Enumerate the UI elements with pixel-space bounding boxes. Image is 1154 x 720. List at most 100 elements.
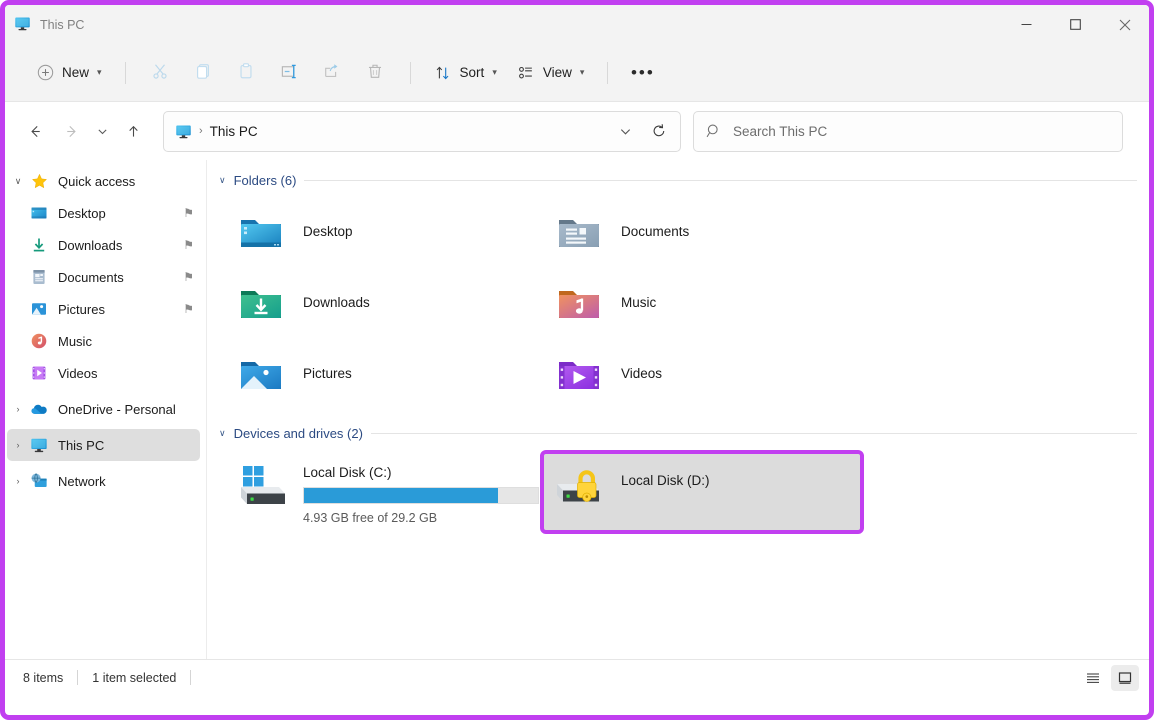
details-view-button[interactable]	[1079, 665, 1107, 691]
music-icon	[29, 331, 49, 351]
this-pc-monitor-icon	[29, 435, 49, 455]
minimize-button[interactable]	[1002, 5, 1051, 44]
plus-circle-icon	[36, 63, 55, 82]
folder-item-label: Pictures	[303, 366, 352, 381]
desktop-folder-icon	[29, 203, 49, 223]
close-button[interactable]	[1100, 5, 1149, 44]
maximize-button[interactable]	[1051, 5, 1100, 44]
delete-button[interactable]	[355, 55, 396, 91]
sidebar-item-pictures[interactable]: Pictures ⚑	[7, 293, 200, 325]
drives-group-header[interactable]: ∨ Devices and drives (2)	[207, 421, 1149, 445]
new-button-label: New	[62, 65, 90, 80]
folder-item-videos[interactable]: Videos	[543, 338, 861, 409]
drive-name: Local Disk (D:)	[621, 473, 710, 488]
search-box[interactable]: Search This PC	[693, 110, 1123, 152]
view-toggle-buttons	[1079, 664, 1139, 691]
breadcrumb-separator: ›	[199, 125, 203, 137]
recent-locations-button[interactable]	[89, 113, 115, 149]
status-bar: 8 items 1 item selected	[5, 659, 1149, 695]
up-button[interactable]	[115, 113, 151, 149]
sidebar-item-desktop[interactable]: Desktop ⚑	[7, 197, 200, 229]
selection-count-label: 1 item selected	[92, 670, 177, 685]
desktop-folder-icon	[237, 208, 285, 256]
sidebar-item-label: Documents	[58, 269, 124, 285]
sidebar-item-network[interactable]: › Network	[7, 465, 200, 497]
videos-folder-icon	[555, 350, 603, 398]
pin-icon[interactable]: ⚑	[183, 302, 194, 316]
breadcrumb-item-this-pc[interactable]: This PC	[210, 124, 258, 139]
sidebar-item-onedrive[interactable]: › OneDrive - Personal	[7, 393, 200, 425]
folder-item-label: Videos	[621, 366, 663, 381]
sidebar-item-label: OneDrive - Personal	[58, 401, 176, 417]
sidebar-item-label: Quick access	[58, 173, 136, 189]
toolbar-divider-2	[409, 61, 411, 84]
clipboard-icon	[237, 62, 255, 83]
title-bar-left: This PC	[5, 15, 84, 35]
hdd-windows-icon	[237, 463, 289, 511]
folders-group-title: Folders (6)	[233, 172, 297, 188]
search-input[interactable]: Search This PC	[733, 124, 827, 139]
drive-name: Local Disk (C:)	[303, 465, 392, 480]
cut-button[interactable]	[140, 55, 181, 91]
share-button[interactable]	[312, 55, 353, 91]
large-icons-view-button[interactable]	[1111, 664, 1139, 691]
sidebar-item-videos[interactable]: Videos	[7, 357, 200, 389]
chevron-right-icon[interactable]: ›	[7, 476, 29, 486]
rename-icon	[280, 62, 299, 84]
copy-button[interactable]	[183, 55, 224, 91]
chevron-down-icon[interactable]: ∨	[219, 175, 226, 186]
title-bar: This PC	[5, 5, 1149, 44]
back-button[interactable]	[17, 113, 53, 149]
folder-item-label: Desktop	[303, 224, 353, 239]
drive-item-local-disk-c[interactable]: Local Disk (C:) 4.93 GB free of 29.2 GB	[225, 453, 543, 531]
rename-button[interactable]	[269, 55, 310, 91]
videos-icon	[29, 363, 49, 383]
folder-item-music[interactable]: Music	[543, 267, 861, 338]
sidebar-item-music[interactable]: Music	[7, 325, 200, 357]
sort-button[interactable]: Sort ▾	[425, 55, 506, 91]
navigation-pane: ∨ Quick access Desktop ⚑ Downloads ⚑ Doc…	[5, 160, 207, 659]
pin-icon[interactable]: ⚑	[183, 238, 194, 252]
drives-group-title: Devices and drives (2)	[233, 425, 363, 441]
refresh-button[interactable]	[642, 114, 676, 148]
file-explorer-window: This PC New ▾ Sort ▾ View ▾ ••• › This P…	[0, 0, 1154, 720]
folders-group-header[interactable]: ∨ Folders (6)	[207, 168, 1149, 192]
drive-info: Local Disk (D:)	[621, 463, 710, 488]
breadcrumb-address-bar[interactable]: › This PC	[163, 110, 681, 152]
see-more-button[interactable]: •••	[622, 55, 663, 91]
share-icon	[323, 62, 341, 83]
sidebar-item-documents[interactable]: Documents ⚑	[7, 261, 200, 293]
drive-free-space: 4.93 GB free of 29.2 GB	[303, 511, 438, 525]
sidebar-item-this-pc[interactable]: › This PC	[7, 429, 200, 461]
chevron-right-icon[interactable]: ›	[7, 404, 29, 414]
chevron-down-icon[interactable]: ∨	[7, 176, 29, 187]
view-list-icon	[517, 63, 536, 82]
address-dropdown-button[interactable]	[608, 114, 642, 148]
pin-icon[interactable]: ⚑	[183, 270, 194, 284]
paste-button[interactable]	[226, 55, 267, 91]
sidebar-item-quick-access[interactable]: ∨ Quick access	[7, 165, 200, 197]
drives-tiles: Local Disk (C:) 4.93 GB free of 29.2 GB	[207, 445, 1149, 534]
network-icon	[29, 471, 49, 491]
folder-item-pictures[interactable]: Pictures	[225, 338, 543, 409]
see-more-icon: •••	[630, 62, 655, 82]
folder-item-downloads[interactable]: Downloads	[225, 267, 543, 338]
drive-item-local-disk-d[interactable]: Local Disk (D:)	[540, 450, 864, 534]
folder-item-documents[interactable]: Documents	[543, 196, 861, 267]
pin-icon[interactable]: ⚑	[183, 206, 194, 220]
sidebar-item-downloads[interactable]: Downloads ⚑	[7, 229, 200, 261]
drive-usage-fill	[304, 488, 499, 503]
file-list-view: ∨ Folders (6) Desktop Documents Download…	[207, 160, 1149, 659]
forward-button[interactable]	[53, 113, 89, 149]
view-button[interactable]: View ▾	[508, 55, 594, 91]
chevron-down-icon: ▾	[97, 67, 102, 77]
sidebar-item-label: Music	[58, 333, 92, 349]
folder-item-desktop[interactable]: Desktop	[225, 196, 543, 267]
address-bar-row: › This PC Search This PC	[5, 102, 1149, 160]
sidebar-item-label: Desktop	[58, 205, 106, 221]
scissors-icon	[151, 62, 169, 83]
chevron-right-icon[interactable]: ›	[7, 440, 29, 450]
chevron-down-icon[interactable]: ∨	[219, 428, 226, 439]
toolbar-divider-3	[607, 61, 609, 84]
new-button[interactable]: New ▾	[27, 55, 111, 91]
